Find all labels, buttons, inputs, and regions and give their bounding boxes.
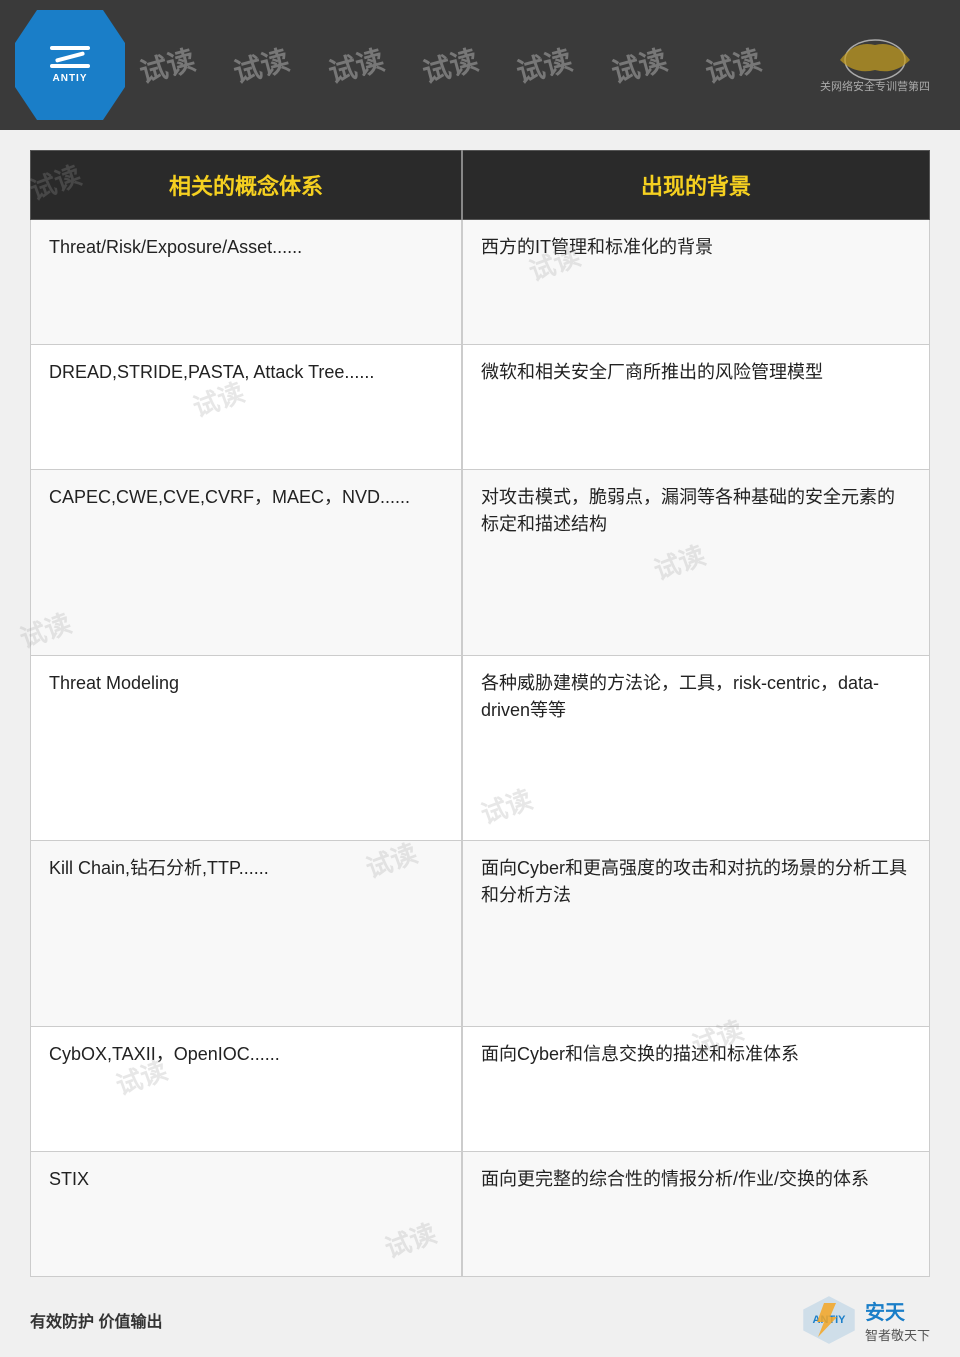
footer-logo-name: 安天 [865, 1296, 930, 1325]
header-logo: ANTIY [15, 10, 125, 120]
table-row: Threat/Risk/Exposure/Asset......西方的IT管理和… [31, 220, 930, 345]
table-cell-left: Threat/Risk/Exposure/Asset...... [31, 220, 463, 345]
table-row: CybOX,TAXII，OpenIOC......面向Cyber和信息交换的描述… [31, 1026, 930, 1151]
table-cell-left: Threat Modeling [31, 655, 463, 840]
footer: 有效防护 价值输出 ANTIY 安天 智者敬天下 [0, 1282, 960, 1357]
table-cell-left: DREAD,STRIDE,PASTA, Attack Tree...... [31, 345, 463, 470]
footer-logo: ANTIY 安天 智者敬天下 [802, 1295, 930, 1345]
logo-line-3 [50, 64, 90, 68]
header-wm-3: 试读 [323, 38, 387, 91]
footer-tagline: 有效防护 价值输出 [30, 1308, 162, 1332]
table-row: Threat Modeling各种威胁建模的方法论，工具，risk-centri… [31, 655, 930, 840]
header-wm-7: 试读 [701, 38, 765, 91]
table-cell-right: 微软和相关安全厂商所推出的风险管理模型 [462, 345, 929, 470]
col-header-left: 相关的概念体系 [31, 151, 463, 220]
table-row: CAPEC,CWE,CVE,CVRF，MAEC，NVD......对攻击模式，脆… [31, 470, 930, 655]
table-header-row: 相关的概念体系 出现的背景 [31, 151, 930, 220]
table-row: Kill Chain,钻石分析,TTP......面向Cyber和更高强度的攻击… [31, 841, 930, 1026]
table-body: Threat/Risk/Exposure/Asset......西方的IT管理和… [31, 220, 930, 1277]
table-cell-left: CybOX,TAXII，OpenIOC...... [31, 1026, 463, 1151]
table-cell-left: CAPEC,CWE,CVE,CVRF，MAEC，NVD...... [31, 470, 463, 655]
table-cell-right: 面向Cyber和信息交换的描述和标准体系 [462, 1026, 929, 1151]
header-wm-2: 试读 [229, 38, 293, 91]
table-row: DREAD,STRIDE,PASTA, Attack Tree......微软和… [31, 345, 930, 470]
header-wm-6: 试读 [606, 38, 670, 91]
table-cell-right: 面向更完整的综合性的情报分析/作业/交换的体系 [462, 1151, 929, 1276]
header-wm-5: 试读 [512, 38, 576, 91]
logo-lines [50, 46, 90, 68]
footer-logo-svg: ANTIY [802, 1295, 857, 1345]
header-watermarks: 试读 试读 试读 试读 试读 试读 试读 [120, 0, 780, 130]
main-content: 相关的概念体系 出现的背景 Threat/Risk/Exposure/Asset… [30, 150, 930, 1277]
table-row: STIX面向更完整的综合性的情报分析/作业/交换的体系 [31, 1151, 930, 1276]
header-right-logo: 安关网络安全专训营第四期 [805, 10, 945, 120]
footer-logo-text-block: 安天 智者敬天下 [865, 1296, 930, 1344]
logo-line-2 [55, 51, 85, 63]
logo-line-1 [50, 46, 90, 50]
table-cell-left: Kill Chain,钻石分析,TTP...... [31, 841, 463, 1026]
content-table: 相关的概念体系 出现的背景 Threat/Risk/Exposure/Asset… [30, 150, 930, 1277]
table-cell-right: 西方的IT管理和标准化的背景 [462, 220, 929, 345]
table-cell-right: 各种威胁建模的方法论，工具，risk-centric，data-driven等等 [462, 655, 929, 840]
col-header-right: 出现的背景 [462, 151, 929, 220]
header-wm-1: 试读 [135, 38, 199, 91]
svg-text:安关网络安全专训营第四期: 安关网络安全专训营第四期 [820, 79, 930, 93]
table-cell-left: STIX [31, 1151, 463, 1276]
header-wm-4: 试读 [418, 38, 482, 91]
table-cell-right: 对攻击模式，脆弱点，漏洞等各种基础的安全元素的标定和描述结构 [462, 470, 929, 655]
header: ANTIY 试读 试读 试读 试读 试读 试读 试读 安关网络安全专训营第四期 [0, 0, 960, 130]
table-cell-right: 面向Cyber和更高强度的攻击和对抗的场景的分析工具和分析方法 [462, 841, 929, 1026]
right-logo-svg: 安关网络安全专训营第四期 [820, 25, 930, 105]
footer-logo-subtitle: 智者敬天下 [865, 1325, 930, 1344]
logo-brand-text: ANTIY [53, 73, 88, 84]
